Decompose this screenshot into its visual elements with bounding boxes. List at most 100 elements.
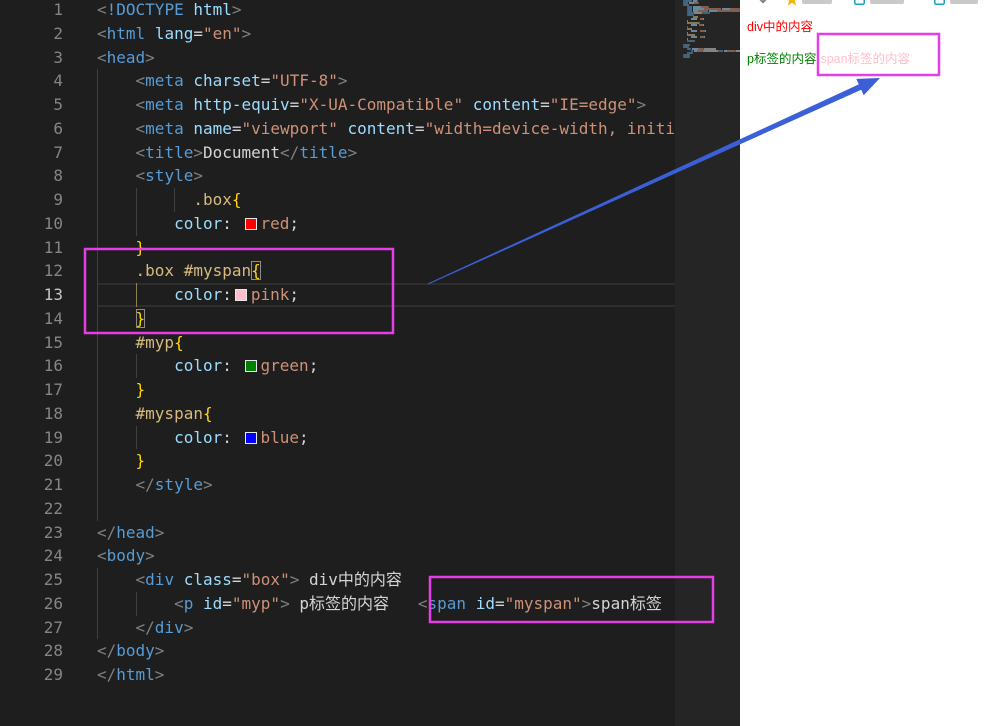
line-number[interactable]: 17 [0,378,63,402]
line-number[interactable]: 12 [0,259,63,283]
code-line[interactable]: <p id="myp"> p标签的内容 <span id="myspan">sp… [97,591,675,616]
code-line[interactable]: color: blue; [97,425,675,450]
code-line[interactable]: <title>Document</title> [97,140,675,165]
code-area[interactable]: <!DOCTYPE html> <html lang="en"> <head> <m… [97,0,675,726]
code-line[interactable]: color: red; [97,211,675,236]
code-token: .box #myspan [135,261,252,281]
line-number[interactable]: 1 [0,0,63,22]
code-token: = [193,23,203,43]
line-number[interactable]: 8 [0,164,63,188]
code-line[interactable]: #myp{ [97,330,675,355]
code-line[interactable]: </head> [97,521,675,545]
code-token: </ [97,641,117,661]
line-number[interactable]: 7 [0,141,63,165]
code-line[interactable]: </style> [97,473,675,497]
bookmark-icon[interactable] [934,0,945,5]
code-line[interactable]: } [97,378,675,402]
code-line[interactable]: <head> [97,46,675,70]
line-number[interactable]: 9 [0,188,63,212]
code-line[interactable]: <style> [97,164,675,188]
star-icon[interactable] [785,0,799,6]
line-number[interactable]: 11 [0,236,63,260]
code-token: > [193,166,203,186]
code-line[interactable]: <meta http-equiv="X-UA-Compatible" conte… [97,93,675,117]
line-number[interactable]: 28 [0,639,63,663]
minimap[interactable] [675,0,740,726]
line-number[interactable]: 6 [0,117,63,141]
code-line[interactable]: </div> [97,615,675,640]
code-line[interactable]: <meta charset="UTF-8"> [97,69,675,93]
line-number-gutter[interactable]: 1 2 3 4 5 6 7 8 9 10 11 12 13 14 15 16 17 18 19 20 21 22 23 24 2… [0,0,63,687]
code-line[interactable]: .box{ [97,188,675,212]
code-token: </ [280,142,300,162]
color-swatch[interactable] [244,431,257,444]
code-token: = [494,593,505,613]
line-number[interactable]: 16 [0,354,63,378]
color-swatch[interactable] [244,217,257,230]
code-line[interactable]: } [97,235,675,260]
line-number[interactable]: 3 [0,46,63,70]
line-number[interactable]: 20 [0,449,63,473]
code-token: span [427,593,467,613]
code-line[interactable]: </html> [97,663,675,687]
code-line[interactable]: <meta name="viewport" content="width=dev… [97,116,675,141]
code-token: "viewport" [241,118,338,138]
line-number[interactable]: 14 [0,307,63,331]
line-number[interactable]: 25 [0,568,63,592]
line-number[interactable]: 18 [0,402,63,426]
line-number[interactable]: 29 [0,663,63,687]
line-number[interactable]: 23 [0,521,63,545]
line-number[interactable]: 24 [0,544,63,568]
code-token: color [174,285,223,304]
code-token: body [106,546,146,566]
code-line[interactable]: <body> [97,544,675,568]
bookmark-label[interactable] [802,0,832,4]
matched-bracket: } [135,308,146,328]
line-number[interactable]: 21 [0,473,63,497]
code-line[interactable]: } [97,306,675,331]
code-line[interactable] [97,496,675,521]
line-number[interactable]: 10 [0,212,63,236]
code-token: div中的内容 [299,570,402,589]
preview-div-text: div中的内容 [747,20,813,34]
color-swatch[interactable] [234,289,247,301]
code-line[interactable]: .box #myspan{ [97,259,675,283]
code-line[interactable]: <html lang="en"> [97,22,675,46]
line-number[interactable]: 4 [0,69,63,93]
bookmark-icon[interactable] [854,0,865,5]
line-number[interactable]: 19 [0,426,63,450]
code-token: style [145,166,194,186]
download-icon[interactable] [758,0,768,5]
line-number[interactable]: 22 [0,497,63,521]
line-number[interactable]: 27 [0,616,63,640]
code-line[interactable]: #myspan{ [97,401,675,426]
code-line[interactable]: color: green; [97,354,675,378]
code-token: meta [145,71,184,91]
bookmark-label[interactable] [950,0,978,4]
line-number[interactable]: 5 [0,93,63,117]
line-number[interactable]: 2 [0,22,63,46]
line-number[interactable]: 26 [0,592,63,616]
code-token: < [97,546,107,566]
color-swatch[interactable] [244,360,257,373]
line-number[interactable]: 15 [0,331,63,355]
bookmark-bar[interactable] [740,0,1000,6]
line-number[interactable]: 13 [0,283,63,307]
code-line[interactable]: </body> [97,639,675,663]
code-line[interactable]: <div class="box"> div中的内容 [97,568,675,592]
code-line[interactable]: } [97,449,675,473]
code-line[interactable]: <!DOCTYPE html> [97,0,675,22]
bookmark-label[interactable] [870,0,904,4]
code-editor[interactable]: 1 2 3 4 5 6 7 8 9 10 11 12 13 14 15 16 17 18 19 20 21 22 23 24 2… [0,0,675,726]
code-token: > [154,665,165,684]
code-line-active[interactable]: color: pink; [97,283,675,307]
